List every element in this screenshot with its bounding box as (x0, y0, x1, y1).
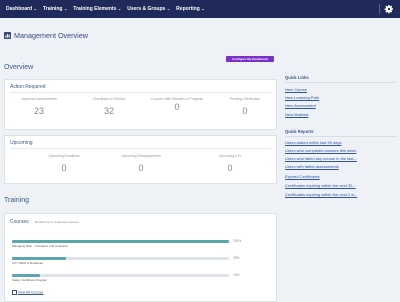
quick-link-new-course[interactable]: New Course (285, 87, 307, 92)
nav-training-elements[interactable]: Training Elements ⌄ (73, 6, 121, 12)
gear-icon[interactable] (384, 4, 394, 14)
overview-heading: Overview (4, 64, 34, 71)
nav-divider (379, 4, 380, 14)
progress-track (12, 257, 229, 260)
metric-value: 0 (174, 102, 180, 113)
metric-label: Upcoming Deadlines (48, 154, 80, 158)
nav-users-groups[interactable]: Users & Groups ⌄ (127, 6, 170, 12)
metric-value: 23 (33, 105, 44, 116)
courses-subtitle: Ranked by % of learners passed (35, 220, 79, 224)
chevron-down-icon: ⌄ (63, 6, 68, 11)
metric-label: Checklists for Review (92, 97, 126, 101)
course-name: Managing Risk – Insurance and Contracts (12, 244, 68, 248)
progress-fill (12, 274, 41, 277)
upcoming-title: Upcoming (10, 140, 33, 146)
view-all-courses-link[interactable]: View All Courses (12, 290, 43, 295)
metric-value: 0 (61, 162, 67, 173)
quick-link-new-assessment[interactable]: New Assessment (285, 103, 316, 108)
page-header: Management Overview (4, 31, 88, 40)
course-name: Safety Certificate Program (12, 278, 48, 282)
quick-link-new-material[interactable]: New Material (285, 112, 308, 117)
chevron-down-icon: ⌄ (201, 6, 205, 11)
quick-report-link[interactable]: Users with failed assessments (285, 164, 339, 169)
progress-track (12, 274, 229, 277)
progress-percent: 100% (233, 239, 242, 243)
metric-upcoming-reassignments[interactable]: Upcoming Reassignments 0 (109, 154, 173, 173)
chevron-down-icon: ⌄ (117, 6, 122, 11)
quick-links-heading: Quick Links (285, 75, 309, 80)
dashboard-icon (4, 32, 11, 39)
view-all-label: View All Courses (18, 290, 44, 295)
nav-training-elements-label: Training Elements (73, 6, 117, 12)
nav-reporting[interactable]: Reporting ⌄ (176, 6, 204, 12)
progress-track (12, 240, 229, 243)
metric-value: 0 (242, 105, 248, 116)
metric-value: 0 (138, 162, 144, 173)
metric-unproved-assessments[interactable]: Unproved Assessments 23 (12, 97, 66, 116)
upcoming-card: Upcoming Upcoming Deadlines 0 Upcoming R… (4, 135, 277, 184)
training-heading: Training (4, 197, 30, 204)
divider (10, 92, 271, 93)
quick-report-link[interactable]: Users added within last 90 days (285, 140, 341, 145)
quick-report-link[interactable]: Certificates expiring within the next 30… (285, 183, 356, 188)
chevron-down-icon: ⌄ (166, 6, 171, 11)
quick-report-link[interactable]: Expired Certificates (285, 174, 320, 179)
metric-upcoming-ilts[interactable]: Upcoming ILTs 0 (198, 154, 262, 173)
metric-label: Pending Certificates (229, 97, 261, 101)
progress-percent: 13% (233, 273, 240, 277)
quick-report-link[interactable]: Users who failed any course in the last.… (285, 156, 357, 161)
metric-label: Upcoming Reassignments (121, 154, 161, 158)
page-title: Management Overview (14, 31, 88, 40)
action-required-title: Action Required (10, 84, 46, 90)
metric-upcoming-deadlines[interactable]: Upcoming Deadlines 0 (32, 154, 96, 173)
nav-dashboard[interactable]: Dashboard ⌄ (6, 6, 37, 12)
metric-label: Upcoming ILTs (218, 154, 242, 158)
quick-reports-heading: Quick Reports (285, 129, 314, 134)
chevron-down-icon: ⌄ (33, 6, 37, 11)
nav-training-label: Training (42, 6, 63, 12)
metric-value: 0 (227, 162, 233, 173)
metric-label: Courses With Modules in Progress (150, 97, 204, 101)
courses-card: Courses Ranked by % of learners passed 1… (4, 213, 277, 302)
quick-report-link[interactable]: Certificates expiring within the next 2 … (285, 192, 357, 197)
metric-courses-in-progress[interactable]: Courses With Modules in Progress 0 (150, 97, 204, 113)
top-nav-bar: Dashboard ⌄ Training ⌄ Training Elements ⌄ … (0, 0, 400, 18)
progress-fill (12, 257, 67, 260)
list-icon (12, 290, 17, 295)
configure-dashboard-button[interactable]: Configure My Dashboard (226, 56, 274, 62)
nav-dashboard-label: Dashboard (6, 6, 33, 12)
divider (285, 82, 397, 83)
nav-reporting-label: Reporting (176, 6, 200, 12)
divider (10, 148, 271, 149)
metric-label: Unproved Assessments (21, 97, 57, 101)
action-required-card: Action Required Unproved Assessments 23 … (4, 79, 277, 130)
courses-title: Courses (10, 219, 29, 225)
quick-link-new-learning-path[interactable]: New Learning Path (285, 95, 319, 100)
metric-checklists-for-review[interactable]: Checklists for Review 32 (82, 97, 136, 116)
course-name: CCT Skills to Roadmap (12, 261, 44, 265)
progress-percent: 25% (233, 256, 240, 260)
nav-users-groups-label: Users & Groups (127, 6, 166, 12)
divider (285, 136, 397, 137)
metric-value: 32 (103, 105, 114, 116)
progress-fill (12, 240, 229, 243)
metric-pending-certificates[interactable]: Pending Certificates 0 (218, 97, 272, 116)
nav-training[interactable]: Training ⌄ (43, 6, 67, 12)
quick-report-link[interactable]: Users who completed courses this week (285, 148, 356, 153)
